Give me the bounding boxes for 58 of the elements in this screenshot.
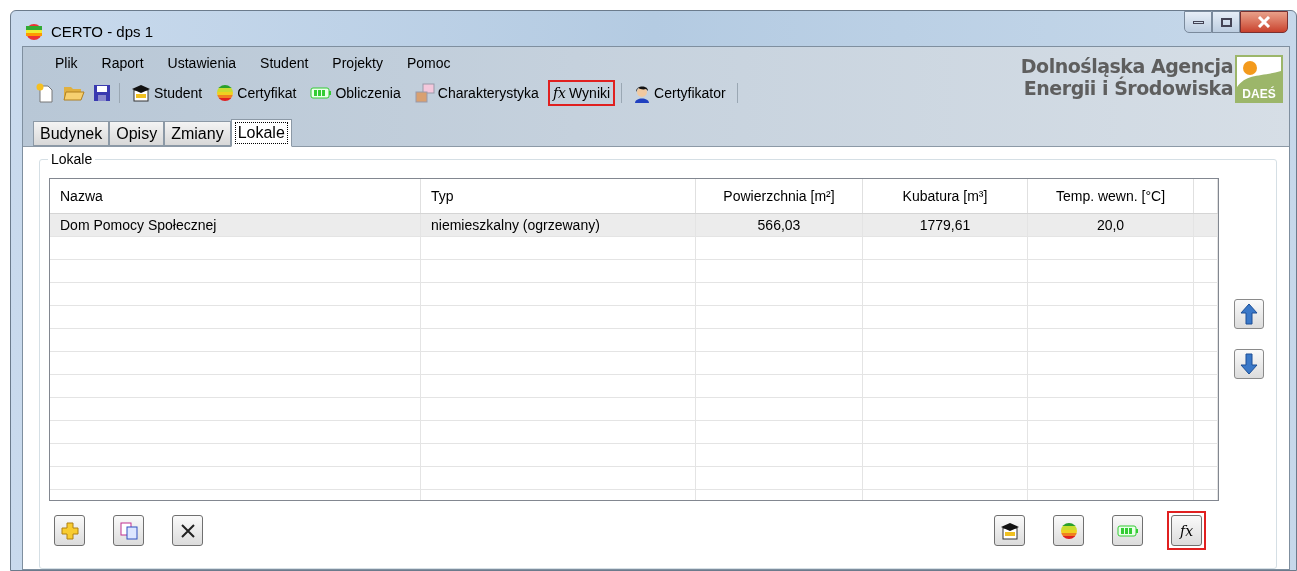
striped-circle-icon [1059, 521, 1078, 540]
menu-item[interactable]: Student [248, 53, 321, 78]
tool-button[interactable]: fx [1167, 511, 1206, 550]
table-cell: 1779,61 [863, 214, 1028, 236]
column-header[interactable]: Nazwa [50, 179, 421, 213]
battery-icon [310, 87, 333, 99]
toolbar-button[interactable]: Certyfikat [211, 80, 302, 106]
table-cell: Dom Pomocy Społecznej [50, 214, 421, 236]
menu-item[interactable]: Ustawienia [155, 53, 249, 78]
table-cell: 566,03 [696, 214, 863, 236]
table-cell: 20,0 [1028, 214, 1194, 236]
menu-item[interactable]: Plik [43, 53, 90, 78]
close-icon [1257, 16, 1271, 28]
window-title: CERTO - dps 1 [51, 22, 153, 42]
move-up-button[interactable] [1234, 299, 1264, 329]
close-button[interactable] [1240, 11, 1288, 33]
column-header[interactable]: Temp. wewn. [°C] [1028, 179, 1194, 213]
logo-mark: DAEŚ [1235, 55, 1283, 103]
tab[interactable]: Budynek [33, 121, 110, 146]
plus-icon [60, 521, 79, 540]
maximize-icon [1220, 17, 1232, 27]
shapes-icon [414, 83, 435, 103]
table-row[interactable]: Dom Pomocy Społecznej niemieszkalny (ogrzewany) 566,03 1779,61 20,0 [50, 214, 1218, 237]
formula-icon: fx [1179, 522, 1194, 539]
graduation-cap-icon [131, 84, 151, 102]
close-icon [179, 522, 196, 539]
toolbar-button[interactable] [91, 82, 113, 104]
app-icon [25, 23, 43, 42]
group-title: Lokale [48, 151, 96, 167]
tab[interactable]: Zmiany [164, 121, 231, 146]
graduation-cap-icon [999, 521, 1020, 540]
toolbar-button[interactable]: Student [126, 80, 208, 106]
folder-icon [63, 84, 85, 102]
toolbar-button[interactable]: Certyfikator [628, 80, 731, 106]
logo-text: Dolnośląska Agencja [1020, 55, 1233, 77]
tab[interactable]: Opisy [109, 121, 165, 146]
battery-icon [1116, 524, 1139, 537]
move-down-button[interactable] [1234, 349, 1264, 379]
minimize-icon [1192, 20, 1204, 24]
menu-item[interactable]: Projekty [320, 53, 395, 78]
striped-circle-icon [216, 84, 235, 102]
menu-item[interactable]: Raport [89, 53, 156, 78]
new-file-icon [35, 83, 55, 103]
save-icon [93, 84, 111, 102]
minimize-button[interactable] [1184, 11, 1212, 33]
column-header[interactable]: Powierzchnia [m²] [696, 179, 863, 213]
column-header[interactable]: Kubatura [m³] [863, 179, 1028, 213]
tab[interactable]: Lokale [230, 119, 292, 147]
toolbar-button[interactable]: Obliczenia [305, 80, 406, 106]
toolbar-button[interactable]: fx Wyniki [547, 80, 616, 106]
toolbar-button[interactable]: Charakterystyka [409, 80, 544, 106]
maximize-button[interactable] [1212, 11, 1240, 33]
menu-item[interactable]: Pomoc [394, 53, 463, 78]
formula-icon: fx [552, 85, 566, 101]
logo-text: Energii i Środowiska [1023, 77, 1233, 99]
copy-icon [119, 521, 138, 540]
column-header[interactable]: Typ [421, 179, 696, 213]
table-cell: niemieszkalny (ogrzewany) [421, 214, 696, 236]
